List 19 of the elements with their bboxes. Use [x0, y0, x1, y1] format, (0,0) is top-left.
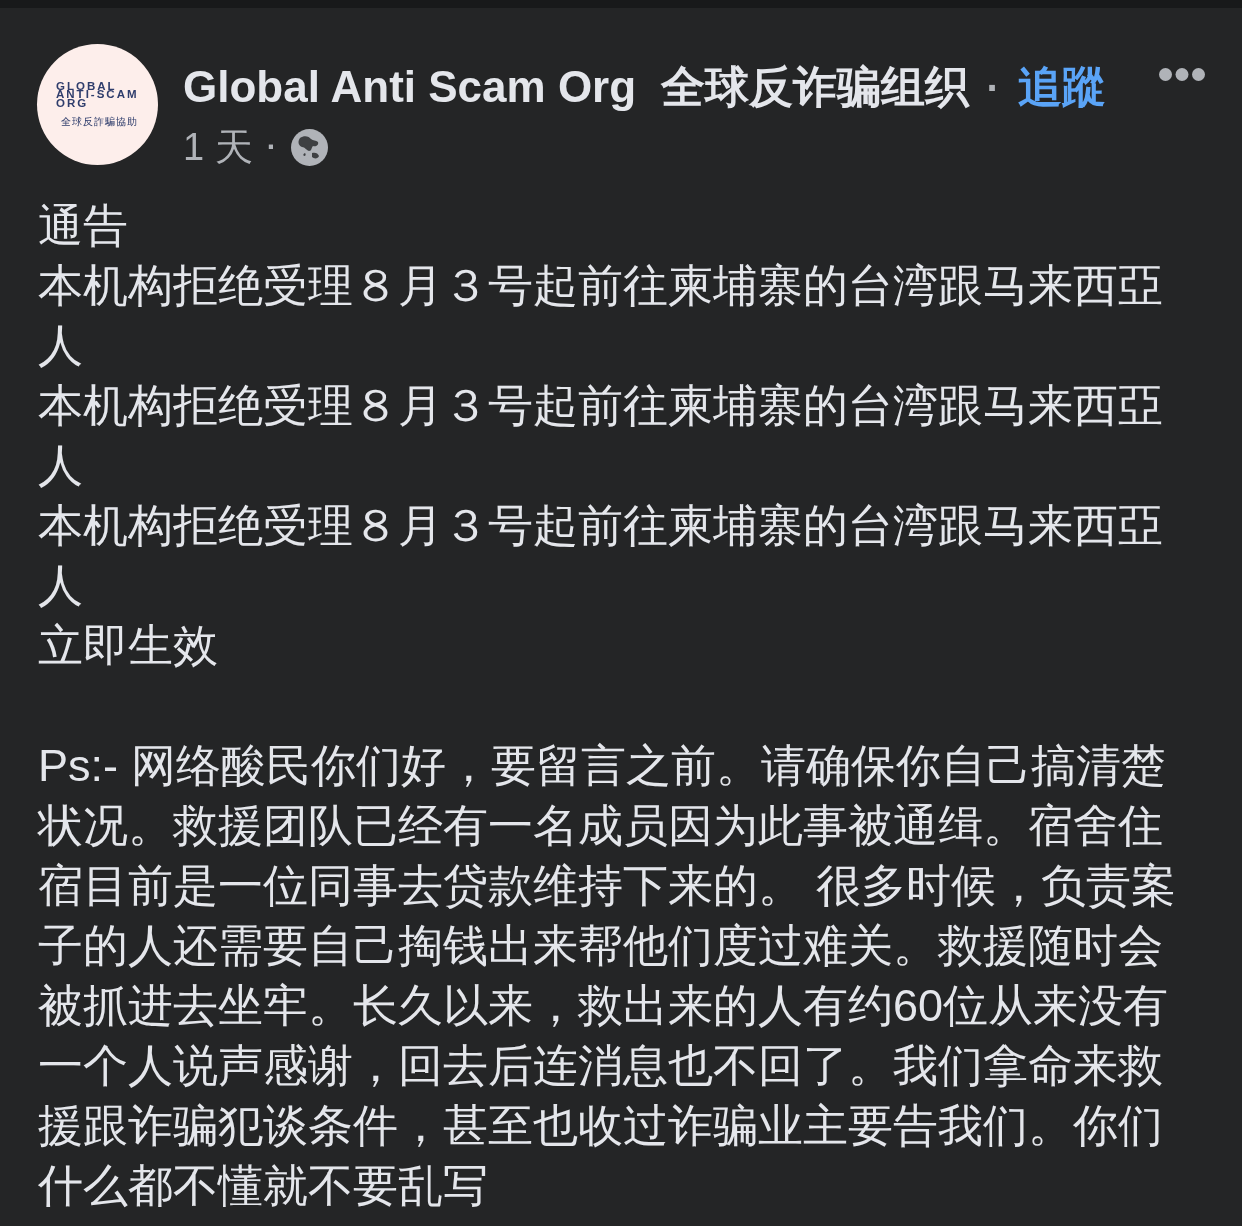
logo-subtitle: 全球反詐騙協助 [61, 116, 138, 128]
page-name[interactable]: Global Anti Scam Org 全球反诈骗组织 [183, 61, 969, 113]
more-button[interactable] [1159, 68, 1205, 81]
separator-dot: · [266, 129, 277, 165]
notice-paragraph: 本机构拒绝受理８月３号起前往柬埔寨的台湾跟马来西亞人 [38, 499, 1164, 613]
effective-note: 立即生效 [38, 619, 219, 673]
notice-paragraph: 本机构拒绝受理８月３号起前往柬埔寨的台湾跟马来西亞人 [38, 379, 1164, 493]
globe-icon [290, 128, 328, 166]
logo-text: ORG [56, 98, 89, 108]
logo-text: GLOBAL [56, 81, 117, 91]
notice-title: 通告 [38, 199, 129, 253]
follow-link[interactable]: 追蹤 [1017, 61, 1106, 113]
postscript-paragraph: Ps:- 网络酸民你们好，要留言之前。请确保你自己搞清楚状况。救援团队已经有一名成员因为此事被通缉。宿舍住宿目前是一位同事去贷款维持下来的。 很多时候，负责案子的人还需要自己掏钱出来帮他们度过难关。救援随时会被抓进去坐牢。长久以来，救出来的人有约60位从来没有一个人说声感谢，回去后连消息也不回了。我们拿命来救援跟诈骗犯谈条件，甚至也收过诈骗业主要告我们。你们什么都不懂就不要乱写 [38, 739, 1177, 1213]
separator-dot: · [986, 65, 1000, 112]
logo-avatar[interactable]: GLOBAL ANTI-SCAM ORG 全球反詐騙協助 [37, 44, 158, 165]
notice-paragraph: 本机构拒绝受理８月３号起前往柬埔寨的台湾跟马来西亞人 [38, 259, 1164, 373]
more-icon [1159, 68, 1205, 81]
logo-text: ANTI-SCAM [56, 90, 139, 99]
post-timestamp[interactable]: 1 天 [183, 125, 253, 169]
